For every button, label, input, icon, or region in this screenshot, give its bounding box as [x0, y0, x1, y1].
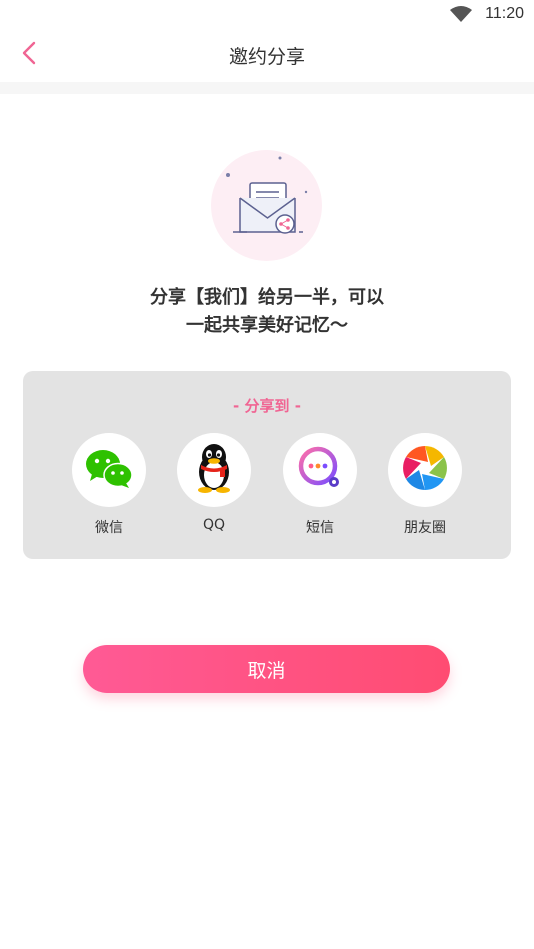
wifi-icon	[450, 6, 472, 22]
share-sms-button[interactable]: 短信	[280, 433, 360, 537]
sms-icon	[296, 444, 344, 496]
share-qq-circle	[177, 433, 251, 507]
cancel-button[interactable]: 取消	[83, 645, 450, 693]
status-bar: 11:20	[0, 0, 534, 28]
wechat-icon	[84, 447, 134, 493]
share-qq-button[interactable]: QQ	[174, 433, 254, 533]
envelope-share-illustration	[211, 150, 322, 261]
header: 邀约分享	[0, 28, 534, 82]
share-qq-label: QQ	[202, 517, 226, 533]
promo-line-1: 分享【我们】给另一半，可以	[150, 287, 384, 308]
moments-icon	[401, 444, 449, 496]
share-panel: - 分享到 - 微信 QQ 短信 朋友圈	[23, 371, 511, 559]
share-title: - 分享到 -	[233, 397, 301, 415]
share-moments-button[interactable]: 朋友圈	[385, 433, 465, 537]
share-wechat-button[interactable]: 微信	[69, 433, 149, 537]
header-divider	[0, 82, 534, 94]
status-time: 11:20	[485, 5, 524, 22]
promo-line-2: 一起共享美好记忆～	[186, 315, 348, 336]
share-promo-text: 分享【我们】给另一半，可以 一起共享美好记忆～	[0, 284, 534, 340]
qq-icon	[192, 442, 236, 498]
share-moments-circle	[388, 433, 462, 507]
share-sms-label: 短信	[306, 520, 334, 536]
share-wechat-circle	[72, 433, 146, 507]
page-title: 邀约分享	[228, 46, 305, 68]
share-sms-circle	[283, 433, 357, 507]
share-moments-label: 朋友圈	[404, 520, 446, 536]
share-wechat-label: 微信	[95, 520, 123, 536]
